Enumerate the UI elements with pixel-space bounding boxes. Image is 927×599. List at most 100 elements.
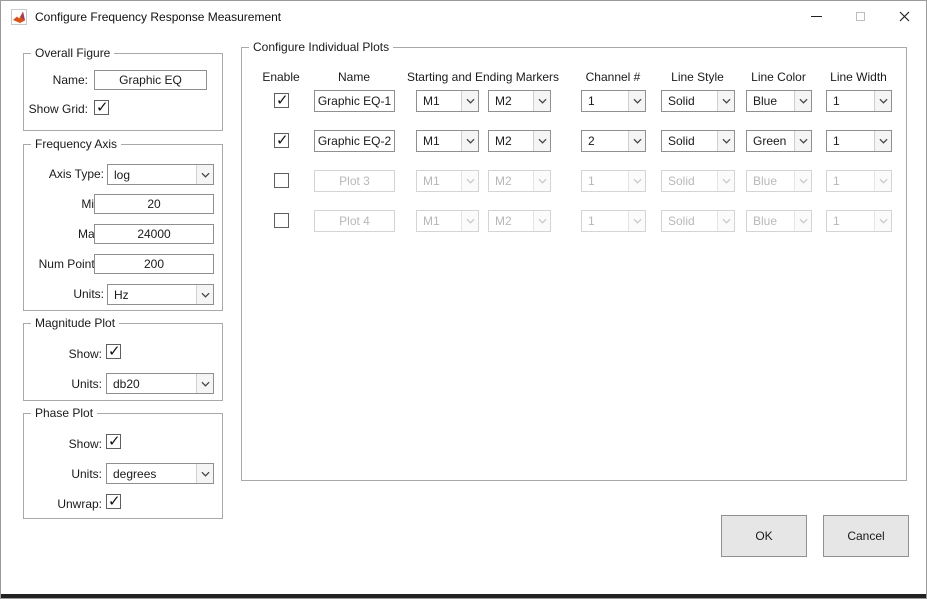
chevron-down-icon <box>628 211 645 231</box>
plot-row-1: Graphic EQ-1 M1 M2 1 Solid Blue 1 <box>1 90 927 112</box>
header-markers: Starting and Ending Markers <box>399 70 567 84</box>
line-style-dropdown: Solid <box>661 210 735 232</box>
ok-button[interactable]: OK <box>721 515 807 557</box>
chevron-down-icon <box>717 131 734 151</box>
line-style-dropdown[interactable]: Solid <box>661 130 735 152</box>
phase-units-dropdown[interactable]: degrees <box>106 463 214 484</box>
enable-checkbox[interactable] <box>274 93 289 108</box>
overall-figure-legend: Overall Figure <box>31 46 114 60</box>
chevron-down-icon <box>874 131 891 151</box>
minimize-icon <box>811 16 822 17</box>
maximize-icon <box>856 12 865 21</box>
chevron-down-icon <box>628 171 645 191</box>
chevron-down-icon <box>874 91 891 111</box>
window-bottom-edge <box>1 594 926 598</box>
titlebar: Configure Frequency Response Measurement <box>1 1 926 32</box>
line-width-dropdown: 1 <box>826 210 892 232</box>
end-marker-dropdown: M2 <box>488 210 551 232</box>
plot-name-field[interactable]: Graphic EQ-2 <box>314 130 395 152</box>
line-width-dropdown[interactable]: 1 <box>826 90 892 112</box>
header-channel: Channel # <box>579 70 647 84</box>
close-button[interactable] <box>882 1 926 32</box>
individual-plots-legend: Configure Individual Plots <box>249 40 393 54</box>
end-marker-dropdown[interactable]: M2 <box>488 130 551 152</box>
header-line-color: Line Color <box>745 70 812 84</box>
maximize-button[interactable] <box>838 1 882 32</box>
plot-name-field: Plot 4 <box>314 210 395 232</box>
chevron-down-icon <box>794 171 811 191</box>
channel-dropdown: 1 <box>581 170 646 192</box>
dialog-window: Configure Frequency Response Measurement… <box>0 0 927 599</box>
start-marker-dropdown: M1 <box>416 210 479 232</box>
magnitude-show-label: Show: <box>28 346 102 362</box>
plot-row-2: Graphic EQ-2 M1 M2 2 Solid Green 1 <box>1 130 927 152</box>
line-style-dropdown: Solid <box>661 170 735 192</box>
line-color-dropdown: Blue <box>746 170 812 192</box>
enable-checkbox[interactable] <box>274 213 289 228</box>
plot-row-3: Plot 3 M1 M2 1 Solid Blue 1 <box>1 170 927 192</box>
chevron-down-icon <box>196 464 213 483</box>
phase-show-checkbox[interactable] <box>106 434 121 449</box>
phase-plot-group: Phase Plot Show: Units: degrees Unwrap: <box>23 413 223 519</box>
start-marker-dropdown[interactable]: M1 <box>416 130 479 152</box>
chevron-down-icon <box>533 91 550 111</box>
start-marker-dropdown: M1 <box>416 170 479 192</box>
line-width-dropdown: 1 <box>826 170 892 192</box>
close-icon <box>899 11 910 22</box>
line-color-dropdown: Blue <box>746 210 812 232</box>
chevron-down-icon <box>533 131 550 151</box>
individual-plots-group: Configure Individual Plots <box>241 47 907 481</box>
num-points-field[interactable]: 200 <box>94 254 214 274</box>
plot-name-field: Plot 3 <box>314 170 395 192</box>
header-line-style: Line Style <box>660 70 735 84</box>
chevron-down-icon <box>874 211 891 231</box>
plot-name-field[interactable]: Graphic EQ-1 <box>314 90 395 112</box>
line-width-dropdown[interactable]: 1 <box>826 130 892 152</box>
chevron-down-icon <box>628 131 645 151</box>
chevron-down-icon <box>196 285 213 304</box>
channel-dropdown[interactable]: 1 <box>581 90 646 112</box>
phase-units-label: Units: <box>28 466 102 482</box>
unwrap-label: Unwrap: <box>28 496 102 512</box>
chevron-down-icon <box>461 211 478 231</box>
unwrap-checkbox[interactable] <box>106 494 121 509</box>
line-style-dropdown[interactable]: Solid <box>661 90 735 112</box>
header-line-width: Line Width <box>825 70 892 84</box>
num-points-label: Num Points: <box>26 256 104 272</box>
line-color-dropdown[interactable]: Blue <box>746 90 812 112</box>
line-color-dropdown[interactable]: Green <box>746 130 812 152</box>
chevron-down-icon <box>461 131 478 151</box>
chevron-down-icon <box>794 131 811 151</box>
freq-units-dropdown[interactable]: Hz <box>107 284 214 305</box>
chevron-down-icon <box>794 211 811 231</box>
start-marker-dropdown[interactable]: M1 <box>416 90 479 112</box>
minimize-button[interactable] <box>794 1 838 32</box>
figure-name-field[interactable]: Graphic EQ <box>94 70 207 90</box>
plot-row-4: Plot 4 M1 M2 1 Solid Blue 1 <box>1 210 927 232</box>
figure-name-label: Name: <box>28 72 88 88</box>
window-controls <box>794 1 926 32</box>
enable-checkbox[interactable] <box>274 133 289 148</box>
chevron-down-icon <box>717 91 734 111</box>
channel-dropdown[interactable]: 2 <box>581 130 646 152</box>
magnitude-plot-group: Magnitude Plot Show: Units: db20 <box>23 323 223 401</box>
chevron-down-icon <box>533 171 550 191</box>
magnitude-units-dropdown[interactable]: db20 <box>106 373 214 394</box>
chevron-down-icon <box>461 171 478 191</box>
chevron-down-icon <box>628 91 645 111</box>
header-name: Name <box>312 70 396 84</box>
chevron-down-icon <box>717 211 734 231</box>
end-marker-dropdown: M2 <box>488 170 551 192</box>
phase-show-label: Show: <box>28 436 102 452</box>
chevron-down-icon <box>874 171 891 191</box>
channel-dropdown: 1 <box>581 210 646 232</box>
freq-units-label: Units: <box>26 286 104 302</box>
chevron-down-icon <box>461 91 478 111</box>
chevron-down-icon <box>533 211 550 231</box>
magnitude-show-checkbox[interactable] <box>106 344 121 359</box>
magnitude-plot-legend: Magnitude Plot <box>31 316 119 330</box>
cancel-button[interactable]: Cancel <box>823 515 909 557</box>
magnitude-units-label: Units: <box>28 376 102 392</box>
enable-checkbox[interactable] <box>274 173 289 188</box>
end-marker-dropdown[interactable]: M2 <box>488 90 551 112</box>
